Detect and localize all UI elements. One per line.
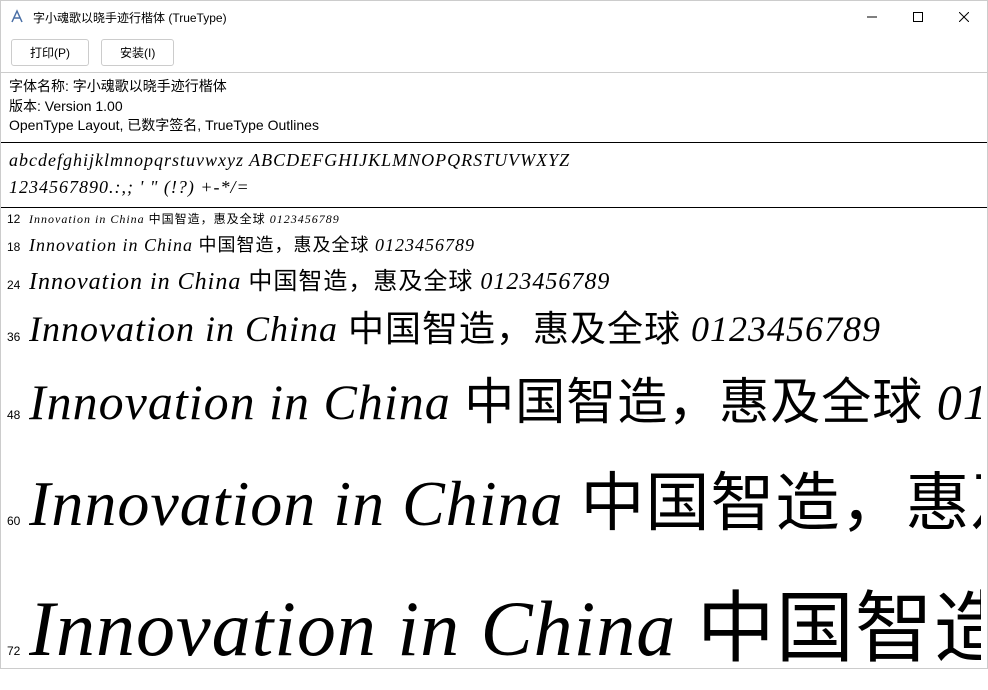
sample-rows: 12 Innovation in China 中国智造，惠及全球 0123456… [1, 208, 987, 690]
font-info-panel: 字体名称: 字小魂歌以晓手迹行楷体 版本: Version 1.00 OpenT… [1, 73, 987, 143]
sample-size-label: 72 [7, 644, 29, 658]
sample-text: Innovation in China 中国智造，惠及全球 0123456789 [29, 231, 475, 257]
minimize-button[interactable] [849, 1, 895, 33]
sample-text: Innovation in China 中国智造，惠及全球 0123456789 [29, 452, 981, 544]
window-controls [849, 1, 987, 33]
sample-text: Innovation in China 中国智造，惠及全球 0123456789 [29, 300, 881, 352]
sample-row-18: 18 Innovation in China 中国智造，惠及全球 0123456… [1, 229, 987, 259]
app-icon [9, 9, 25, 25]
sample-text: Innovation in China 中国智造，惠及全球 0123456789 [29, 566, 981, 678]
sample-row-72: 72 Innovation in China 中国智造，惠及全球 0123456… [1, 554, 987, 690]
titlebar: 字小魂歌以晓手迹行楷体 (TrueType) [1, 1, 987, 33]
sample-size-label: 18 [7, 240, 29, 254]
glyph-digits-line: 1234567890.:,; ' " (!?) +-*/= [9, 174, 979, 201]
install-button[interactable]: 安装(I) [101, 39, 174, 66]
sample-row-36: 36 Innovation in China 中国智造，惠及全球 0123456… [1, 298, 987, 354]
sample-size-label: 36 [7, 330, 29, 344]
toolbar: 打印(P) 安装(I) [1, 33, 987, 73]
sample-row-48: 48 Innovation in China 中国智造，惠及全球 0123456… [1, 354, 987, 442]
glyph-alpha-line: abcdefghijklmnopqrstuvwxyz ABCDEFGHIJKLM… [9, 147, 979, 174]
sample-size-label: 60 [7, 514, 29, 528]
font-version-line: 版本: Version 1.00 [9, 97, 979, 117]
sample-row-24: 24 Innovation in China 中国智造，惠及全球 0123456… [1, 259, 987, 298]
glyph-samples: abcdefghijklmnopqrstuvwxyz ABCDEFGHIJKLM… [1, 143, 987, 208]
sample-text: Innovation in China 中国智造，惠及全球 0123456789 [29, 362, 981, 434]
font-name-line: 字体名称: 字小魂歌以晓手迹行楷体 [9, 77, 979, 97]
print-button[interactable]: 打印(P) [11, 39, 89, 66]
window-title: 字小魂歌以晓手迹行楷体 (TrueType) [33, 9, 849, 26]
sample-size-label: 24 [7, 278, 29, 292]
font-features-line: OpenType Layout, 已数字签名, TrueType Outline… [9, 116, 979, 136]
sample-text: Innovation in China 中国智造，惠及全球 0123456789 [29, 210, 340, 227]
sample-size-label: 12 [7, 212, 29, 226]
sample-text: Innovation in China 中国智造，惠及全球 0123456789 [29, 261, 610, 296]
sample-size-label: 48 [7, 408, 29, 422]
sample-row-12: 12 Innovation in China 中国智造，惠及全球 0123456… [1, 208, 987, 229]
close-button[interactable] [941, 1, 987, 33]
sample-row-60: 60 Innovation in China 中国智造，惠及全球 0123456… [1, 442, 987, 554]
maximize-button[interactable] [895, 1, 941, 33]
